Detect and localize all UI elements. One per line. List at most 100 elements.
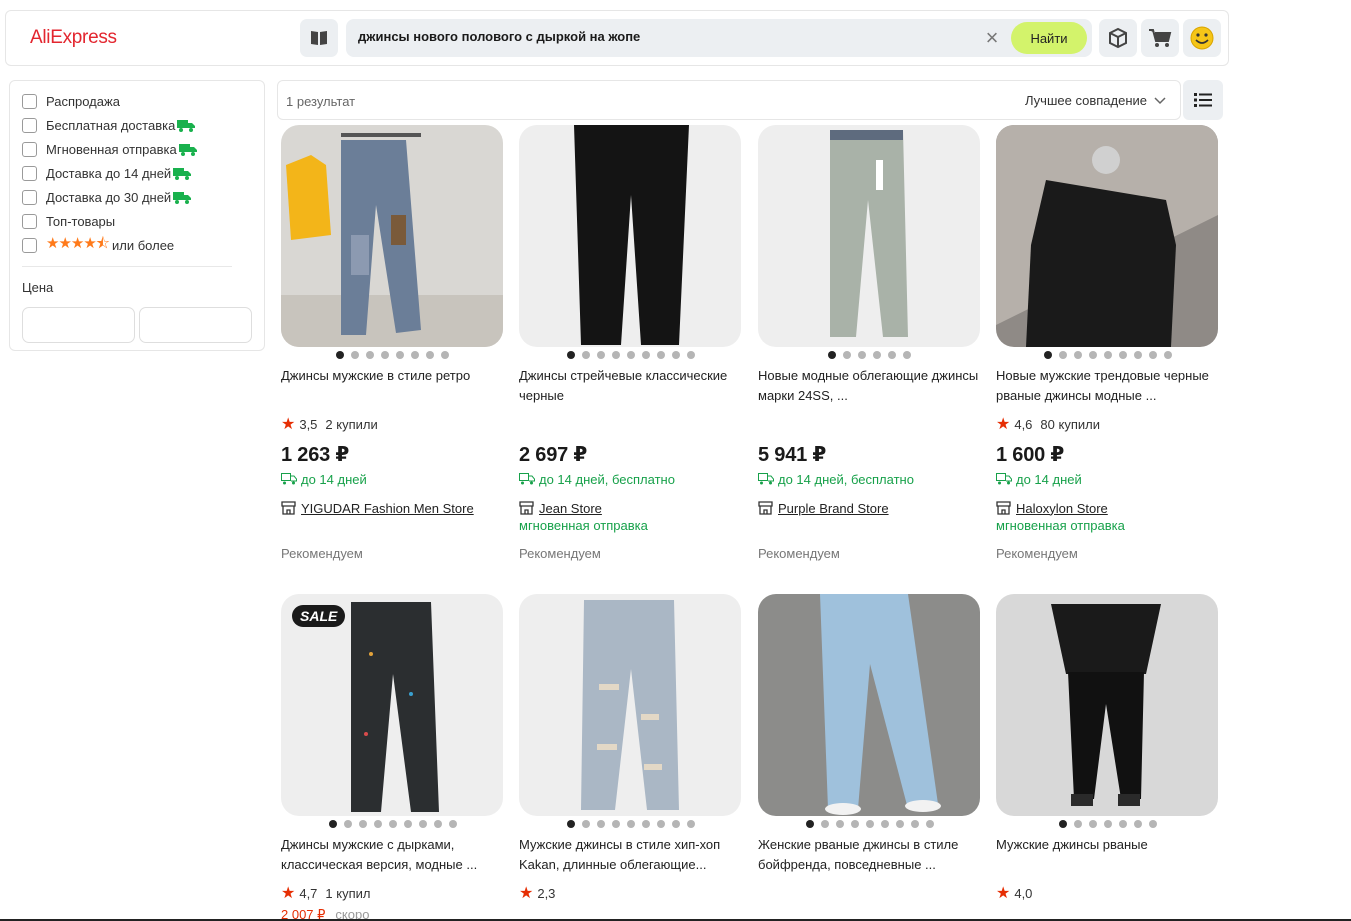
stars-icon: ★★★★⯪ (46, 234, 110, 252)
product-rating (519, 414, 742, 434)
product-title[interactable]: Мужские джинсы рваные (996, 835, 1219, 875)
filter-rating[interactable]: ★★★★⯪ или более (22, 235, 174, 255)
image-dots[interactable] (519, 816, 742, 832)
image-dots[interactable] (758, 347, 981, 363)
filter-top-products[interactable]: Топ-товары (22, 211, 115, 231)
rating-value: 2,3 (537, 885, 556, 901)
cart-button[interactable] (1141, 19, 1179, 57)
store-name[interactable]: Purple Brand Store (778, 501, 889, 516)
delivery-text: до 14 дней, бесплатно (539, 471, 675, 487)
filter-delivery-30[interactable]: Доставка до 30 дней (22, 187, 192, 207)
store-name[interactable]: Haloxylon Store (1016, 501, 1108, 516)
search-button[interactable]: Найти (1011, 22, 1087, 54)
delivery-info: до 14 дней (996, 469, 1219, 489)
product-image[interactable] (519, 594, 741, 816)
filters-sidebar: Распродажа Бесплатная доставка Мгновенна… (9, 80, 265, 351)
truck-icon (519, 473, 535, 485)
filter-instant-shipping[interactable]: Мгновенная отправка (22, 139, 197, 159)
filter-free-delivery[interactable]: Бесплатная доставка (22, 115, 196, 135)
store-link[interactable]: Jean Store (519, 498, 742, 518)
filter-label: или более (112, 237, 175, 253)
image-dots[interactable] (281, 816, 504, 832)
recommend-label: Рекомендуем (996, 546, 1078, 561)
search-input[interactable]: джинсы нового полового с дыркой на жопе (358, 29, 640, 44)
product-rating: ★ 4,7 1 купил (281, 883, 504, 903)
instant-shipping (758, 518, 981, 538)
checkbox[interactable] (22, 117, 37, 133)
store-name[interactable]: YIGUDAR Fashion Men Store (301, 501, 474, 516)
book-icon (311, 31, 327, 45)
product-card[interactable]: SALE Джинсы мужские с дырками, классичес… (281, 594, 504, 921)
filter-sale[interactable]: Распродажа (22, 91, 120, 111)
product-card[interactable]: Новые мужские трендовые черные рваные дж… (996, 125, 1219, 561)
product-title[interactable]: Новые мужские трендовые черные рваные дж… (996, 366, 1219, 406)
product-card[interactable]: Новые модные облегающие джинсы марки 24S… (758, 125, 981, 561)
catalog-button[interactable] (300, 19, 338, 57)
cart-icon (1149, 29, 1172, 47)
list-view-button[interactable] (1183, 80, 1223, 120)
product-card[interactable]: Мужские джинсы рваные ★ 4,0 (996, 594, 1219, 903)
recommend-label: Рекомендуем (281, 546, 363, 561)
search-box[interactable]: джинсы нового полового с дыркой на жопе … (346, 19, 1092, 57)
product-image[interactable] (996, 125, 1218, 347)
checkbox[interactable] (22, 189, 37, 205)
clear-icon[interactable]: × (980, 26, 1004, 50)
image-dots[interactable] (758, 816, 981, 832)
checkbox[interactable] (22, 165, 37, 181)
product-image[interactable] (996, 594, 1218, 816)
product-rating (758, 414, 981, 434)
store-icon (519, 501, 534, 515)
product-card[interactable]: Мужские джинсы в стиле хип-хоп Kakan, дл… (519, 594, 742, 903)
delivery-text: до 14 дней (1016, 471, 1082, 487)
delivery-info: до 14 дней, бесплатно (758, 469, 981, 489)
rating-value: 4,7 (299, 885, 318, 901)
checkbox[interactable] (22, 213, 37, 229)
results-count: 1 результат (286, 94, 356, 109)
image-dots[interactable] (519, 347, 742, 363)
product-title[interactable]: Новые модные облегающие джинсы марки 24S… (758, 366, 981, 406)
checkbox[interactable] (22, 93, 37, 109)
product-image[interactable] (758, 594, 980, 816)
product-title[interactable]: Джинсы мужские в стиле ретро (281, 366, 504, 406)
product-card[interactable]: Женские рваные джинсы в стиле бойфренда,… (758, 594, 981, 875)
product-title[interactable]: Мужские джинсы в стиле хип-хоп Kakan, дл… (519, 835, 742, 875)
checkbox[interactable] (22, 237, 37, 253)
store-link[interactable]: Haloxylon Store (996, 498, 1219, 518)
instant-shipping: мгновенная отправка (996, 518, 1125, 533)
product-image[interactable] (519, 125, 741, 347)
sort-dropdown[interactable]: Лучшее совпадение (1025, 93, 1166, 108)
product-title[interactable]: Женские рваные джинсы в стиле бойфренда,… (758, 835, 981, 875)
jeans-image-icon (820, 594, 941, 815)
price-min-input[interactable] (22, 307, 135, 343)
filter-label: Доставка до 14 дней (46, 165, 172, 181)
image-dots[interactable] (996, 347, 1219, 363)
store-name[interactable]: Jean Store (539, 501, 602, 516)
profile-button[interactable] (1183, 19, 1221, 57)
product-card[interactable]: Джинсы мужские в стиле ретро ★ 3,5 2 куп… (281, 125, 504, 561)
delivery-text: до 14 дней, бесплатно (778, 471, 914, 487)
product-rating: ★ 4,0 (996, 883, 1219, 903)
list-icon (1194, 93, 1212, 107)
store-icon (996, 501, 1011, 515)
divider (22, 266, 232, 267)
product-image[interactable] (281, 125, 503, 347)
product-title[interactable]: Джинсы стрейчевые классические черные (519, 366, 742, 406)
image-dots[interactable] (281, 347, 504, 363)
product-image[interactable] (758, 125, 980, 347)
product-card[interactable]: Джинсы стрейчевые классические черные 2 … (519, 125, 742, 561)
product-title[interactable]: Джинсы мужские с дырками, классическая в… (281, 835, 504, 875)
delivery-text: до 14 дней (301, 471, 367, 487)
rating-value: 4,6 (1014, 416, 1033, 432)
orders-button[interactable] (1099, 19, 1137, 57)
price-max-input[interactable] (139, 307, 252, 343)
aliexpress-logo[interactable]: AliExpress (30, 27, 117, 49)
store-link[interactable]: YIGUDAR Fashion Men Store (281, 498, 504, 518)
sale-badge: SALE (292, 605, 346, 627)
checkbox[interactable] (22, 141, 37, 157)
truck-icon (173, 167, 192, 180)
image-dots[interactable] (996, 816, 1219, 832)
product-image[interactable]: SALE (281, 594, 503, 816)
store-link[interactable]: Purple Brand Store (758, 498, 981, 518)
filter-delivery-14[interactable]: Доставка до 14 дней (22, 163, 192, 183)
header: AliExpress джинсы нового полового с дырк… (5, 10, 1229, 66)
